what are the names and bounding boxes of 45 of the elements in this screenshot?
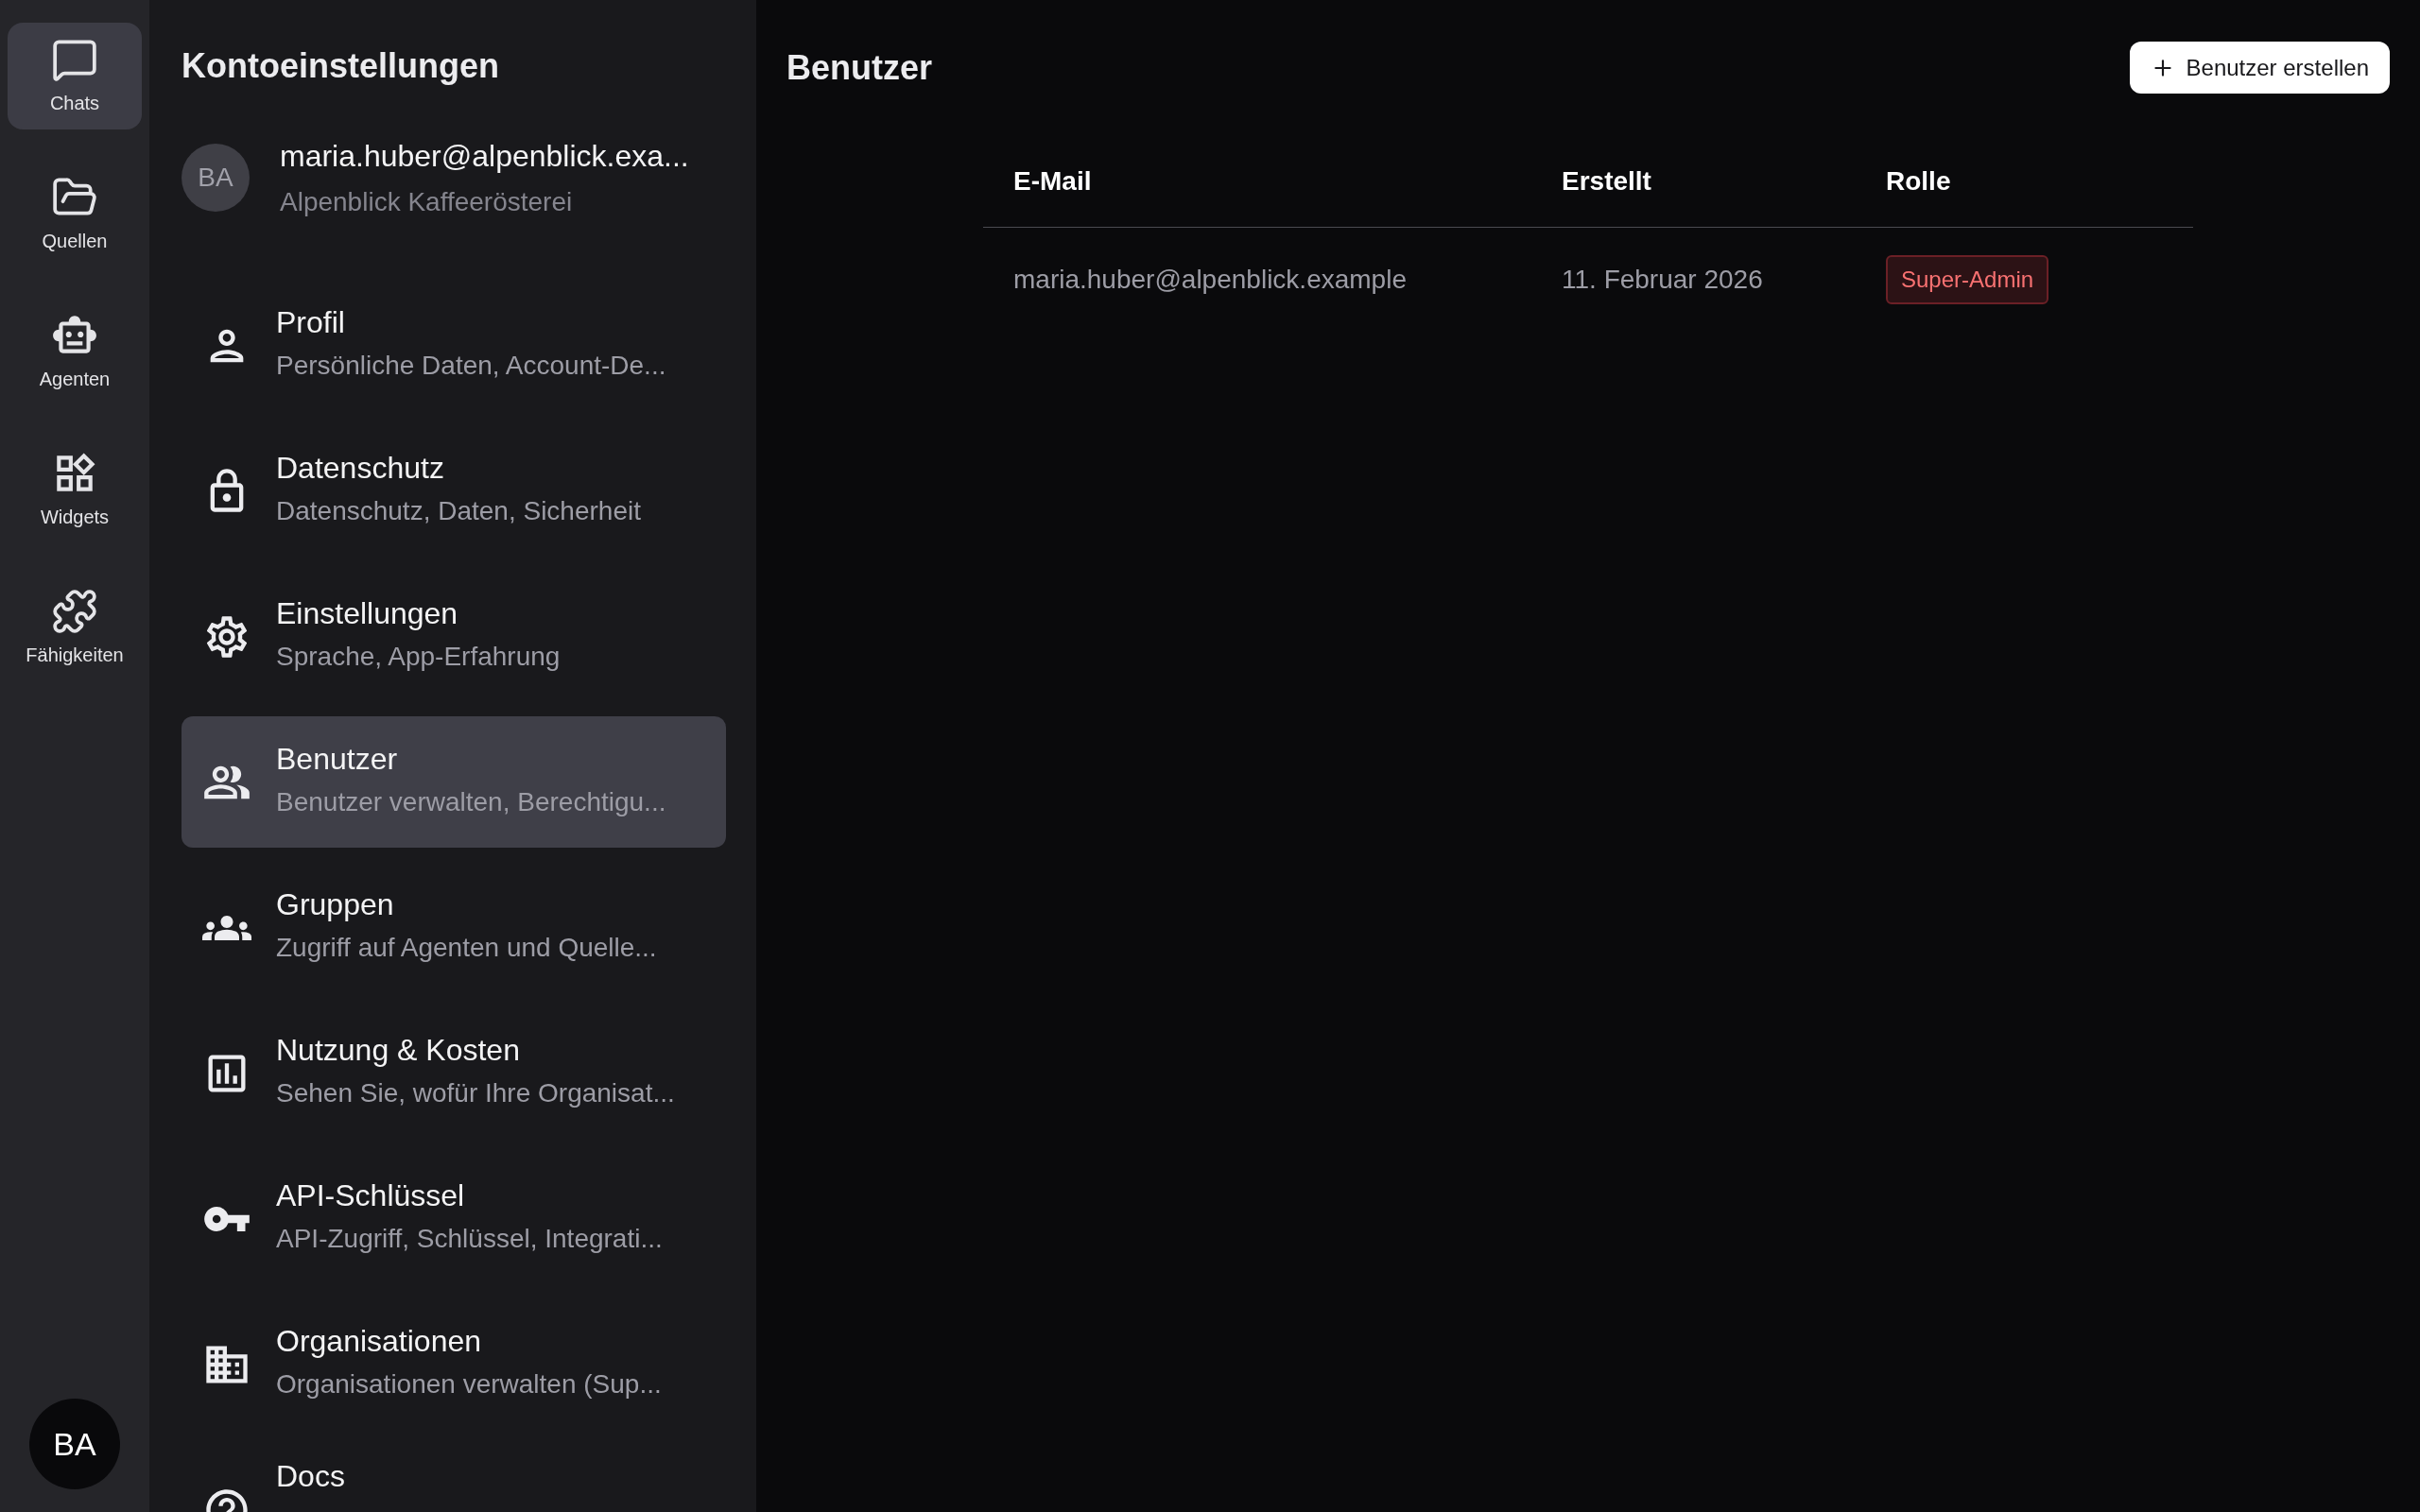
settings-nav-description: Datenschutz, Daten, Sicherheit (276, 494, 641, 527)
column-header: Erstellt (1562, 164, 1652, 198)
settings-nav-item[interactable]: Nutzung & Kosten Sehen Sie, wofür Ihre Organisat... (182, 1007, 726, 1139)
account-organization: Alpenblick Kaffeerösterei (280, 185, 574, 218)
account-email: maria.huber@alpenblick.exa... (280, 137, 689, 175)
user-avatar[interactable]: BA (29, 1399, 120, 1489)
settings-nav-item[interactable]: Benutzer Benutzer verwalten, Berechtigu... (182, 716, 726, 848)
settings-nav-title: Datenschutz (276, 451, 445, 486)
nav-rail-item[interactable]: Chats (8, 23, 142, 129)
table-cell-text: 11. Februar 2026 (1562, 264, 1764, 296)
column-header: Rolle (1886, 164, 1951, 198)
settings-nav-item[interactable]: Gruppen Zugriff auf Agenten und Quelle... (182, 862, 726, 993)
settings-nav-item[interactable]: Organisationen Organisationen verwalten (Sup... (182, 1298, 726, 1430)
settings-nav-item[interactable]: Profil Persönliche Daten, Account-De... (182, 280, 726, 411)
settings-nav-item[interactable]: Einstellungen Sprache, App-Erfahrung (182, 571, 726, 702)
nav-rail-item[interactable]: Agenten (8, 299, 142, 405)
settings-nav-title: Benutzer (276, 742, 399, 777)
settings-nav-title: Docs (276, 1459, 345, 1494)
settings-nav-item[interactable]: API-Schlüssel API-Zugriff, Schlüssel, Integrati... (182, 1153, 726, 1284)
settings-nav-description: Sprache, App-Erfahrung (276, 640, 561, 673)
role-badge: Super-Admin (1886, 255, 2049, 304)
column-header: E-Mail (1013, 164, 1093, 198)
settings-nav-description: Organisationen verwalten (Sup... (276, 1367, 662, 1400)
settings-nav-description: Persönliche Daten, Account-De... (276, 349, 666, 382)
settings-nav-item[interactable]: Docs (182, 1444, 726, 1512)
settings-nav-title: Profil (276, 305, 346, 340)
puzzle-icon (51, 587, 98, 635)
account-avatar: BA (182, 143, 250, 212)
settings-nav-title: Gruppen (276, 887, 395, 922)
nav-rail-item[interactable]: Quellen (8, 161, 142, 267)
create-user-button[interactable]: Benutzer erstellen (2129, 42, 2390, 94)
settings-nav-description: Benutzer verwalten, Berechtigu... (276, 785, 666, 818)
nav-rail-item[interactable]: Widgets (8, 437, 142, 543)
page-title: Benutzer (786, 46, 933, 89)
settings-nav-item[interactable]: Datenschutz Datenschutz, Daten, Sicherheit (182, 425, 726, 557)
settings-nav-title: Einstellungen (276, 596, 459, 631)
settings-nav-description: Zugriff auf Agenten und Quelle... (276, 931, 657, 964)
settings-nav-title: Nutzung & Kosten (276, 1033, 521, 1068)
settings-nav-description: API-Zugriff, Schlüssel, Integrati... (276, 1222, 663, 1255)
nav-rail-item[interactable]: Fähigkeiten (8, 575, 142, 681)
settings-nav-description: Sehen Sie, wofür Ihre Organisat... (276, 1076, 675, 1109)
sidebar-title: Kontoeinstellungen (182, 45, 499, 87)
table-cell-text: maria.huber@alpenblick.example (1013, 264, 1408, 296)
settings-nav-title: API-Schlüssel (276, 1178, 466, 1213)
settings-nav-title: Organisationen (276, 1324, 483, 1359)
